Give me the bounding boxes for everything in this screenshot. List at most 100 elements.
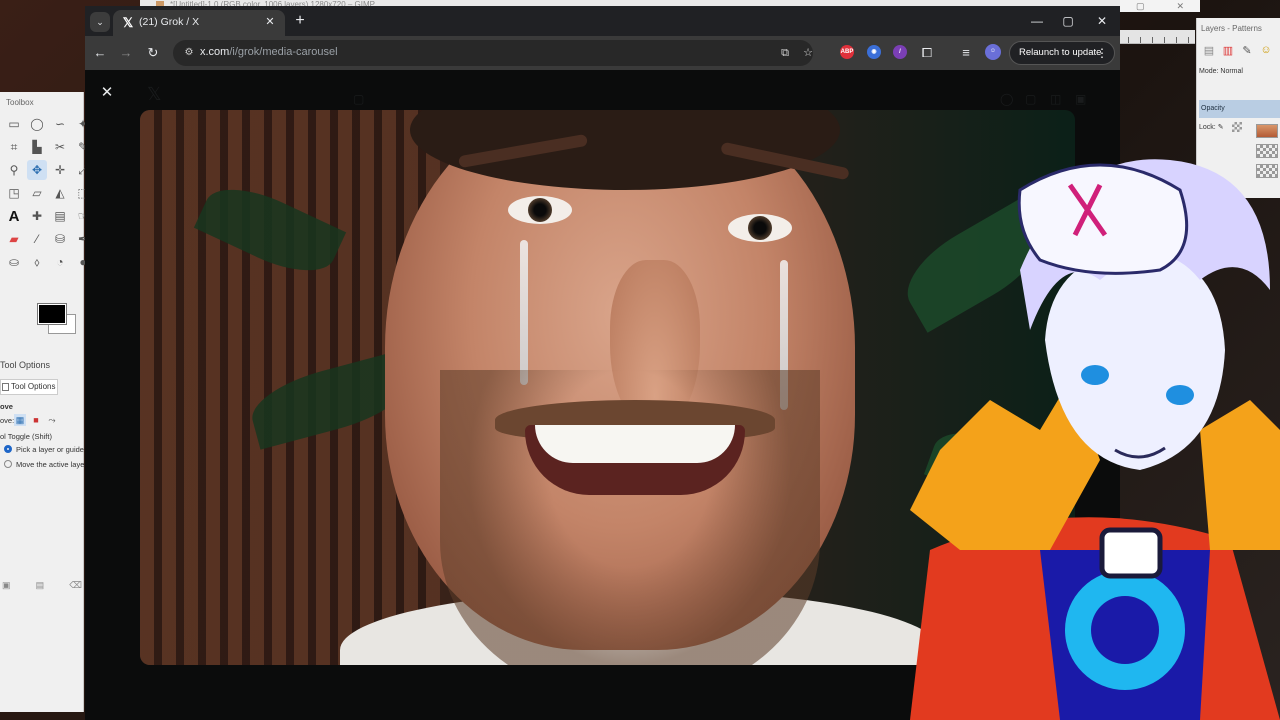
move-active-label: Move the active layer [16, 460, 87, 469]
ghost-x-logo-icon: 𝕏 [147, 84, 162, 104]
tab-search-icon[interactable]: ⌄ [90, 12, 110, 32]
address-bar[interactable]: ⚙ x.com/i/grok/media-carousel ⧉ ☆ [173, 40, 813, 66]
perspective-icon[interactable]: ▱ [27, 183, 47, 203]
gimp-toolbox: Toolbox ▭ ◯ ∽ ✦ ⌗ ▙ ✂ ✎ ⚲ ✥ ✛ ⤢ ◳ ▱ ◭ ⬚ … [0, 92, 89, 712]
move-tool-icon[interactable]: ✥ [27, 160, 47, 180]
foreground-color-swatch[interactable] [37, 303, 67, 325]
option-move-active[interactable]: Move the active layer [0, 460, 87, 469]
layer-mode-row[interactable]: Mode: Normal [1199, 68, 1279, 75]
tool-grid: ▭ ◯ ∽ ✦ ⌗ ▙ ✂ ✎ ⚲ ✥ ✛ ⤢ ◳ ▱ ◭ ⬚ A ✚ ▤ ☞ … [4, 114, 93, 272]
move-mode-label: ove: [0, 416, 15, 425]
tool-options-tab[interactable]: Tool Options [0, 379, 58, 395]
heal-icon[interactable]: ✚ [27, 206, 47, 226]
maximize-icon[interactable]: ▢ [1053, 11, 1083, 31]
patterns-tab-icon[interactable]: ☺ [1258, 42, 1274, 58]
layer-mode-label: Mode: Normal [1199, 68, 1243, 75]
gimp-close-icon[interactable]: ✕ [1176, 1, 1184, 12]
desktop: *[Untitled]-1.0 (RGB color, 1006 layers)… [0, 0, 1280, 720]
url-text: x.com/i/grok/media-carousel [200, 46, 338, 58]
close-media-icon[interactable]: ✕ [97, 83, 117, 103]
bookmark-star-icon[interactable]: ☆ [800, 45, 816, 61]
window-close-icon[interactable]: ✕ [1087, 11, 1117, 31]
ink-icon[interactable]: ⬨ [27, 252, 47, 272]
forward-icon[interactable]: → [116, 43, 136, 63]
abp-icon[interactable]: ABP [840, 45, 854, 59]
dodge-icon[interactable]: ◔ [50, 252, 70, 272]
layers-dock-title: Layers - Patterns [1201, 24, 1262, 33]
move-layer-mode-icon[interactable]: ▦ [14, 414, 26, 426]
dock-tab-icons: ▤ ▥ ✎ ☺ [1201, 42, 1274, 58]
tab-close-icon[interactable]: ✕ [263, 15, 277, 29]
left-eye [508, 196, 572, 224]
extension-pen-icon[interactable]: / [893, 45, 907, 59]
scissors-icon[interactable]: ✂ [50, 137, 70, 157]
eraser-icon[interactable]: ▰ [4, 229, 24, 249]
restore-options-icon[interactable]: ▤ [36, 580, 45, 591]
smile-mouth [525, 425, 745, 495]
pick-layer-label: Pick a layer or guide [16, 445, 84, 454]
warp-icon[interactable]: ⚲ [4, 160, 24, 180]
clone-icon[interactable]: ⛁ [50, 229, 70, 249]
brushes-tab-icon[interactable]: ✎ [1239, 42, 1255, 58]
tool-toggle-label: ol Toggle (Shift) [0, 432, 52, 441]
tab-grok-x[interactable]: 𝕏 (21) Grok / X ✕ [113, 10, 285, 36]
ghost-icon: ◯ [1000, 92, 1014, 106]
vtuber-avatar [910, 159, 1280, 720]
reload-icon[interactable]: ↻ [143, 43, 163, 63]
avatar-skull-mask [1017, 163, 1189, 275]
relaunch-button[interactable]: Relaunch to update ⋮ [1009, 41, 1115, 65]
tool-options-tab-label: Tool Options [11, 382, 56, 391]
option-pick-layer[interactable]: Pick a layer or guide [0, 445, 84, 454]
delete-options-icon[interactable]: ⌫ [69, 580, 82, 591]
pick-layer-radio[interactable] [4, 445, 12, 453]
minimize-icon[interactable]: — [1022, 11, 1052, 31]
gradient-icon[interactable]: ▤ [50, 206, 70, 226]
extensions-puzzle-icon[interactable]: ⧠ [917, 43, 937, 63]
tab-title: (21) Grok / X [139, 16, 200, 28]
layers-tab-icon[interactable]: ▤ [1201, 42, 1217, 58]
opacity-slider[interactable]: Opacity [1199, 100, 1280, 118]
lasso-icon[interactable]: ∽ [50, 114, 70, 134]
new-tab-icon[interactable]: + [291, 12, 309, 30]
toolbox-bottom-buttons: ▣ ▤ ⌫ [2, 580, 82, 591]
move-mode-icons: ▦ ■ ⤳ [14, 414, 58, 426]
align-icon[interactable]: ✛ [50, 160, 70, 180]
avatar-collar-buckle [1099, 527, 1163, 579]
save-options-icon[interactable]: ▣ [2, 580, 11, 591]
tab-menu-icon [2, 383, 9, 391]
avatar-left-eye [1081, 365, 1109, 385]
tool-options-title: Tool Options [0, 360, 51, 370]
text-tool-icon[interactable]: A [4, 206, 24, 226]
install-app-icon[interactable]: ⧉ [777, 45, 793, 61]
ghost-icon: ▢ [353, 92, 365, 106]
teeth [535, 425, 735, 463]
move-path-mode-icon[interactable]: ⤳ [46, 414, 58, 426]
back-icon[interactable]: ← [90, 43, 110, 63]
extension-blue-icon[interactable]: ◉ [867, 45, 881, 59]
toolbox-title: Toolbox [6, 98, 34, 107]
rect-select-icon[interactable]: ▭ [4, 114, 24, 134]
move-selection-mode-icon[interactable]: ■ [30, 414, 42, 426]
gimp-ruler [1120, 30, 1195, 44]
chrome-menu-icon[interactable]: ⋮ [1096, 42, 1108, 64]
move-active-radio[interactable] [4, 460, 12, 468]
ellipse-select-icon[interactable]: ◯ [27, 114, 47, 134]
media-controls-icon[interactable]: ≡ [956, 43, 976, 63]
scale-icon[interactable]: ◳ [4, 183, 24, 203]
gimp-restore-icon[interactable]: ▢ [1136, 1, 1145, 12]
site-info-icon[interactable]: ⚙ [181, 45, 197, 61]
browser-toolbar: ← → ↻ ⚙ x.com/i/grok/media-carousel ⧉ ☆ … [85, 36, 1120, 70]
crop-icon[interactable]: ⌗ [4, 137, 24, 157]
ghost-icon: ▢ [1025, 92, 1037, 106]
profile-avatar-icon[interactable]: ☺ [985, 44, 1001, 60]
channels-tab-icon[interactable]: ▥ [1220, 42, 1236, 58]
right-eye [728, 214, 792, 242]
color-picker-icon[interactable]: ⁄ [27, 229, 47, 249]
relaunch-label: Relaunch to update [1019, 47, 1102, 58]
flip-icon[interactable]: ◭ [50, 183, 70, 203]
avatar-swirl-inner [1091, 596, 1159, 664]
paint-bucket-icon[interactable]: ⛀ [4, 252, 24, 272]
move-tool-label: ove [0, 402, 13, 411]
ghost-icon: ◫ [1050, 92, 1062, 106]
bucket-icon[interactable]: ▙ [27, 137, 47, 157]
